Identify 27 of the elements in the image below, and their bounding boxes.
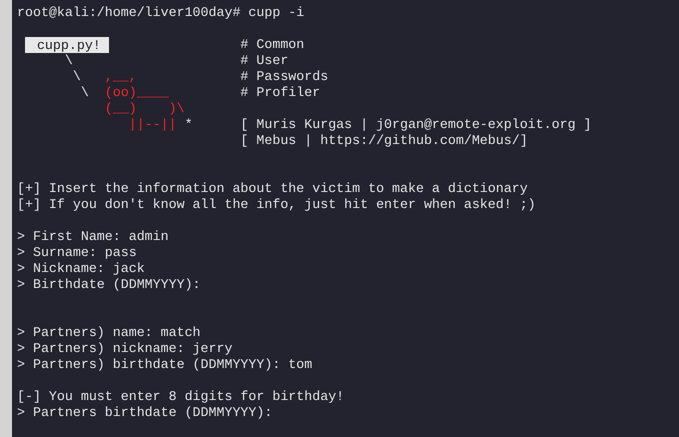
terminal-line: > Surname: pass xyxy=(17,245,137,261)
ascii-art: \ xyxy=(64,53,73,69)
terminal-line: [+] Insert the information about the victim to make a dictionary xyxy=(17,181,528,197)
terminal-line: > Partners) nickname: jerry xyxy=(17,341,232,357)
cow-ascii-art: (__) )\ xyxy=(104,101,185,117)
terminal-line: root@kali:/home/liver100day# cupp -i xyxy=(17,5,304,21)
terminal-line: [+] If you don't know all the info, just hit enter when asked! ;) xyxy=(17,197,536,213)
cow-ascii-art: ||--|| xyxy=(128,117,177,133)
terminal-line: [-] You must enter 8 digits for birthday! xyxy=(17,389,344,405)
terminal-line: > Partners birthdate (DDMMYYYY): xyxy=(17,405,272,421)
terminal-line: > Partners) name: match xyxy=(17,325,201,341)
logo-label: cupp.py! xyxy=(24,37,109,53)
terminal-line: [ Muris Kurgas | j0rgan@remote-exploit.org ] xyxy=(240,117,592,133)
cow-ascii-art: (oo)____ xyxy=(104,85,169,101)
terminal-line: # Common xyxy=(240,37,304,53)
ascii-art: \ xyxy=(80,85,90,101)
terminal-line: # Passwords xyxy=(240,69,328,85)
terminal-line: # User xyxy=(240,53,288,69)
terminal-line: > Birthdate (DDMMYYYY): xyxy=(17,277,201,293)
terminal-line: > First Name: admin xyxy=(17,229,169,245)
terminal-line: [ Mebus | https://github.com/Mebus/] xyxy=(240,133,528,149)
terminal-line: > Nickname: jack xyxy=(17,261,145,277)
ascii-art: * xyxy=(184,117,193,133)
ascii-art: \ xyxy=(72,69,82,85)
cow-ascii-art: ,__, xyxy=(104,69,137,85)
terminal-line: > Partners) birthdate (DDMMYYYY): tom xyxy=(17,357,312,373)
terminal-line: # Profiler xyxy=(240,85,320,101)
